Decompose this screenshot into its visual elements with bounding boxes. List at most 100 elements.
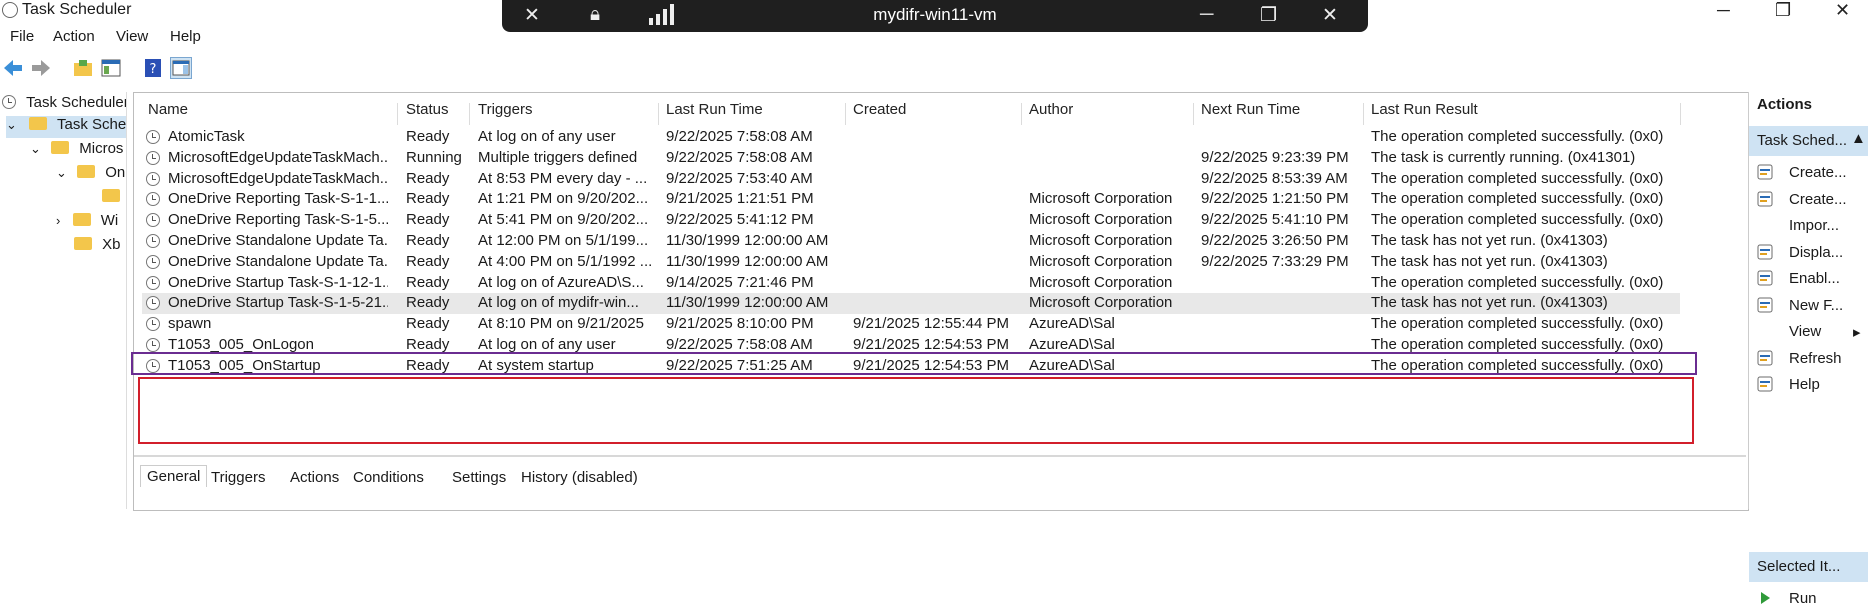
show-hide-action-pane-icon[interactable] [170, 57, 192, 79]
action-item[interactable]: Impor... [1749, 213, 1868, 239]
table-row[interactable]: OneDrive Startup Task-S-1-5-21... Ready At… [142, 293, 1680, 315]
close-icon[interactable]: ✕ [1835, 0, 1850, 21]
tree-item-onedrive[interactable]: ⌄ On [56, 164, 125, 186]
column-separator[interactable] [469, 103, 470, 125]
table-cell-last-run-time: 9/22/2025 7:58:08 AM [666, 336, 813, 353]
rd-minimize-icon[interactable]: ─ [1200, 4, 1213, 26]
tab-history[interactable]: History (disabled) [521, 469, 638, 486]
actions-pane: Actions Task Sched... ▲ Create... Create.… [1748, 92, 1868, 607]
maximize-icon[interactable]: ❐ [1775, 0, 1791, 21]
table-cell-last-run-time: 11/30/1999 12:00:00 AM [666, 232, 829, 249]
column-separator[interactable] [397, 103, 398, 125]
chevron-right-icon[interactable]: › [56, 213, 60, 228]
remote-connection-bar: ✕ 🔒︎ mydifr-win11-vm ─ ❐ ✕ [502, 0, 1368, 32]
tree-item-windows[interactable]: › Wi [56, 212, 118, 234]
table-row[interactable]: AtomicTask Ready At log on of any user 9/22… [142, 127, 1680, 148]
up-folder-icon[interactable] [72, 57, 94, 79]
table-row[interactable]: MicrosoftEdgeUpdateTaskMach... Running Mul… [142, 148, 1680, 169]
column-separator[interactable] [1680, 103, 1681, 125]
table-row[interactable]: MicrosoftEdgeUpdateTaskMach... Ready At 8:… [142, 169, 1680, 190]
forward-icon[interactable] [30, 57, 52, 79]
chevron-down-icon[interactable]: ⌄ [6, 117, 17, 132]
action-item[interactable]: View ▸ [1749, 319, 1868, 345]
table-cell-author: Microsoft Corporation [1029, 211, 1173, 229]
rd-restore-icon[interactable]: ❐ [1260, 4, 1277, 27]
action-item[interactable]: Displa... [1749, 240, 1868, 266]
action-item[interactable]: Create... [1749, 160, 1868, 186]
highlight-box-red [138, 377, 1694, 444]
folder-icon [102, 189, 120, 202]
back-icon[interactable] [2, 57, 24, 79]
collapse-up-icon[interactable]: ▲ [1851, 130, 1866, 147]
tree-item-xbox[interactable]: Xb [74, 236, 121, 258]
action-item-label: New F... [1789, 296, 1844, 314]
table-row[interactable]: OneDrive Reporting Task-S-1-5... Ready At … [142, 210, 1680, 231]
chevron-right-icon[interactable]: ▸ [1853, 323, 1861, 341]
action-item[interactable]: Refresh [1749, 346, 1868, 372]
table-row[interactable]: OneDrive Reporting Task-S-1-1... Ready At … [142, 189, 1680, 210]
action-item-label: Help [1789, 376, 1820, 393]
folder-icon [72, 213, 91, 226]
folder-icon [77, 165, 96, 178]
run-action[interactable]: Run [1749, 586, 1868, 612]
chevron-down-icon[interactable]: ⌄ [30, 141, 41, 156]
task-clock-icon [146, 338, 160, 352]
action-item[interactable]: Create... [1749, 187, 1868, 213]
help-icon[interactable]: ? [142, 57, 164, 79]
column-separator[interactable] [845, 103, 846, 125]
table-row[interactable]: OneDrive Startup Task-S-1-12-1... Ready At… [142, 273, 1680, 294]
column-separator[interactable] [1363, 103, 1364, 125]
folder-clock-icon [29, 117, 48, 130]
actions-header: Actions [1757, 96, 1813, 113]
pane-splitter[interactable] [134, 455, 1746, 457]
action-item[interactable]: New F... [1749, 293, 1868, 319]
column-separator[interactable] [1021, 103, 1022, 125]
tab-actions[interactable]: Actions [290, 469, 339, 486]
table-cell-name: OneDrive Reporting Task-S-1-1... [168, 190, 388, 208]
tree-item-library[interactable]: ⌄ Task Sched [6, 116, 126, 138]
column-header-name[interactable]: Name [148, 101, 188, 125]
tab-triggers[interactable]: Triggers [211, 469, 265, 486]
column-header-triggers[interactable]: Triggers [478, 101, 532, 125]
menu-action[interactable]: Action [53, 28, 95, 45]
new-folder-icon [1757, 297, 1773, 313]
task-clock-icon [146, 317, 160, 332]
column-separator[interactable] [658, 103, 659, 125]
column-header-next-run-time[interactable]: Next Run Time [1201, 101, 1300, 125]
table-row[interactable]: OneDrive Standalone Update Ta... Ready At … [142, 252, 1680, 273]
minimize-icon[interactable]: ─ [1717, 0, 1730, 21]
show-hide-console-tree-icon[interactable] [100, 57, 122, 79]
tab-settings[interactable]: Settings [452, 469, 506, 486]
rd-close-icon[interactable]: ✕ [1322, 4, 1338, 27]
task-clock-icon [146, 254, 160, 269]
task-clock-icon [146, 213, 160, 228]
table-cell-triggers: At 8:10 PM on 9/21/2025 [478, 315, 644, 333]
menu-file[interactable]: File [10, 28, 34, 45]
tree-item-subfolder[interactable] [102, 188, 126, 210]
column-header-last-run-result[interactable]: Last Run Result [1371, 101, 1478, 125]
column-header-status[interactable]: Status [406, 101, 449, 125]
tree-item-microsoft[interactable]: ⌄ Micros [30, 140, 123, 162]
menu-view[interactable]: View [116, 28, 148, 45]
menu-help[interactable]: Help [170, 28, 201, 45]
tree-item-root[interactable]: Task Scheduler [2, 94, 126, 116]
column-header-last-run-time[interactable]: Last Run Time [666, 101, 763, 125]
tab-general[interactable]: General [140, 465, 208, 487]
table-cell-name: MicrosoftEdgeUpdateTaskMach... [168, 148, 388, 166]
table-cell-status: Ready [406, 128, 450, 145]
column-header-author[interactable]: Author [1029, 101, 1073, 125]
action-item[interactable]: Help [1749, 372, 1868, 398]
actions-section-task-scheduler[interactable]: Task Sched... ▲ [1749, 126, 1868, 156]
action-item[interactable]: Enabl... [1749, 266, 1868, 292]
column-separator[interactable] [1193, 103, 1194, 125]
table-cell-last-run-time: 9/21/2025 1:21:51 PM [666, 190, 814, 208]
tab-conditions[interactable]: Conditions [353, 469, 424, 486]
column-header-created[interactable]: Created [853, 101, 906, 125]
actions-section-label: Task Sched... [1757, 132, 1848, 149]
task-clock-icon [146, 296, 160, 311]
table-cell-last-run-time: 9/22/2025 7:58:08 AM [666, 148, 813, 166]
actions-section-selected-item[interactable]: Selected It... [1749, 552, 1868, 582]
table-row[interactable]: OneDrive Standalone Update Ta... Ready At … [142, 231, 1680, 252]
chevron-down-icon[interactable]: ⌄ [56, 165, 67, 180]
table-row[interactable]: spawn Ready At 8:10 PM on 9/21/2025 9/21/20… [142, 314, 1680, 335]
